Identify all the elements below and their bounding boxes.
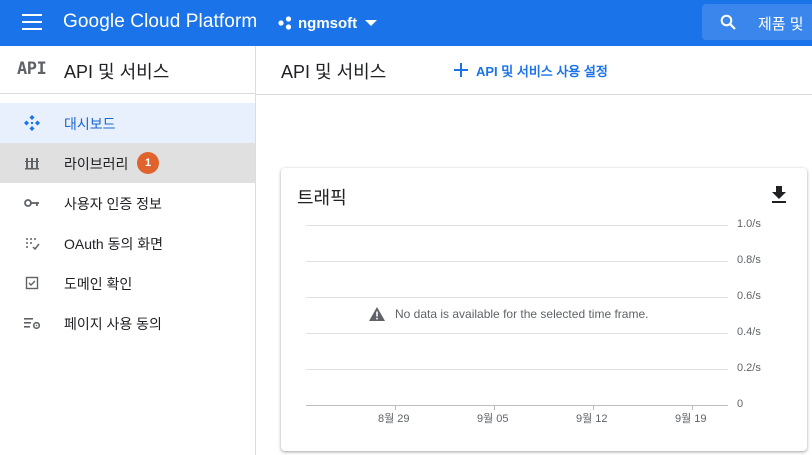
nav-list: 대시보드 라이브러리 1 사용자 인증 정보 OAuth 동의 화면 도메인 확… (0, 103, 255, 343)
y-tick-label: 0.6/s (737, 290, 761, 302)
step-badge: 1 (137, 152, 159, 174)
warning-icon (369, 307, 385, 321)
plus-icon (454, 63, 468, 77)
sidebar-item-dashboard[interactable]: 대시보드 (0, 103, 255, 143)
y-tick-label: 1.0/s (737, 218, 761, 230)
library-icon (25, 158, 39, 170)
brand-title[interactable]: Google Cloud Platform (63, 11, 257, 33)
key-icon (24, 199, 39, 207)
sidebar-item-oauth-consent[interactable]: OAuth 동의 화면 (0, 223, 255, 263)
enable-apis-button[interactable]: API 및 서비스 사용 설정 (454, 58, 608, 82)
y-tick-label: 0.2/s (737, 362, 761, 374)
grid-line (306, 261, 728, 262)
sidebar-item-library[interactable]: 라이브러리 1 (0, 143, 255, 183)
api-logo: API (17, 59, 47, 79)
consent-icon (26, 238, 40, 251)
project-selector[interactable]: ngmsoft (278, 12, 378, 34)
sidebar-item-label: 도메인 확인 (64, 276, 133, 292)
traffic-card: 트래픽 No data is available for the selecte… (281, 168, 807, 451)
content-header: API 및 서비스 API 및 서비스 사용 설정 (256, 46, 812, 95)
x-axis-line (306, 405, 728, 406)
x-tick-label: 8월 29 (378, 413, 410, 425)
card-title: 트래픽 (297, 188, 347, 208)
sidebar-item-credentials[interactable]: 사용자 인증 정보 (0, 183, 255, 223)
menu-icon[interactable] (22, 14, 42, 30)
side-navigation: API API 및 서비스 대시보드 라이브러리 1 사용자 인증 정보 OAu… (0, 46, 256, 455)
dashboard-icon (24, 115, 40, 131)
search-placeholder: 제품 및 (758, 16, 804, 33)
x-tick-label: 9월 12 (576, 413, 608, 425)
sidebar-item-domain-verification[interactable]: 도메인 확인 (0, 263, 255, 303)
search-icon (720, 14, 736, 30)
page-title: API 및 서비스 (281, 62, 387, 82)
top-app-bar: Google Cloud Platform ngmsoft 제품 및 (0, 0, 812, 46)
grid-line (306, 297, 728, 298)
search-bar[interactable]: 제품 및 (702, 4, 812, 40)
grid-line (306, 369, 728, 370)
checkbox-icon (25, 276, 39, 290)
grid-line (306, 225, 728, 226)
no-data-text: No data is available for the selected ti… (395, 307, 649, 321)
no-data-message: No data is available for the selected ti… (369, 307, 648, 321)
project-dots-icon (278, 16, 292, 30)
y-tick-label: 0 (737, 398, 744, 410)
chevron-down-icon (365, 20, 378, 26)
settings-list-icon (24, 318, 40, 330)
x-tick-label: 9월 19 (675, 413, 707, 425)
project-name: ngmsoft (298, 14, 358, 32)
enable-apis-label: API 및 서비스 사용 설정 (476, 63, 608, 79)
x-tick-label: 9월 05 (477, 413, 509, 425)
y-tick-label: 0.8/s (737, 254, 761, 266)
y-tick-label: 0.4/s (737, 326, 761, 338)
sidebar-item-label: 대시보드 (64, 116, 116, 132)
nav-title: API 및 서비스 (64, 62, 170, 82)
sidebar-item-label: 라이브러리 (64, 156, 129, 172)
sidebar-item-page-usage-agreements[interactable]: 페이지 사용 동의 (0, 303, 255, 343)
sidebar-item-label: 페이지 사용 동의 (64, 316, 162, 332)
sidebar-item-label: OAuth 동의 화면 (64, 236, 163, 252)
sidebar-item-label: 사용자 인증 정보 (64, 196, 162, 212)
download-icon[interactable] (771, 186, 787, 204)
nav-header: API API 및 서비스 (0, 46, 255, 94)
grid-line (306, 333, 728, 334)
